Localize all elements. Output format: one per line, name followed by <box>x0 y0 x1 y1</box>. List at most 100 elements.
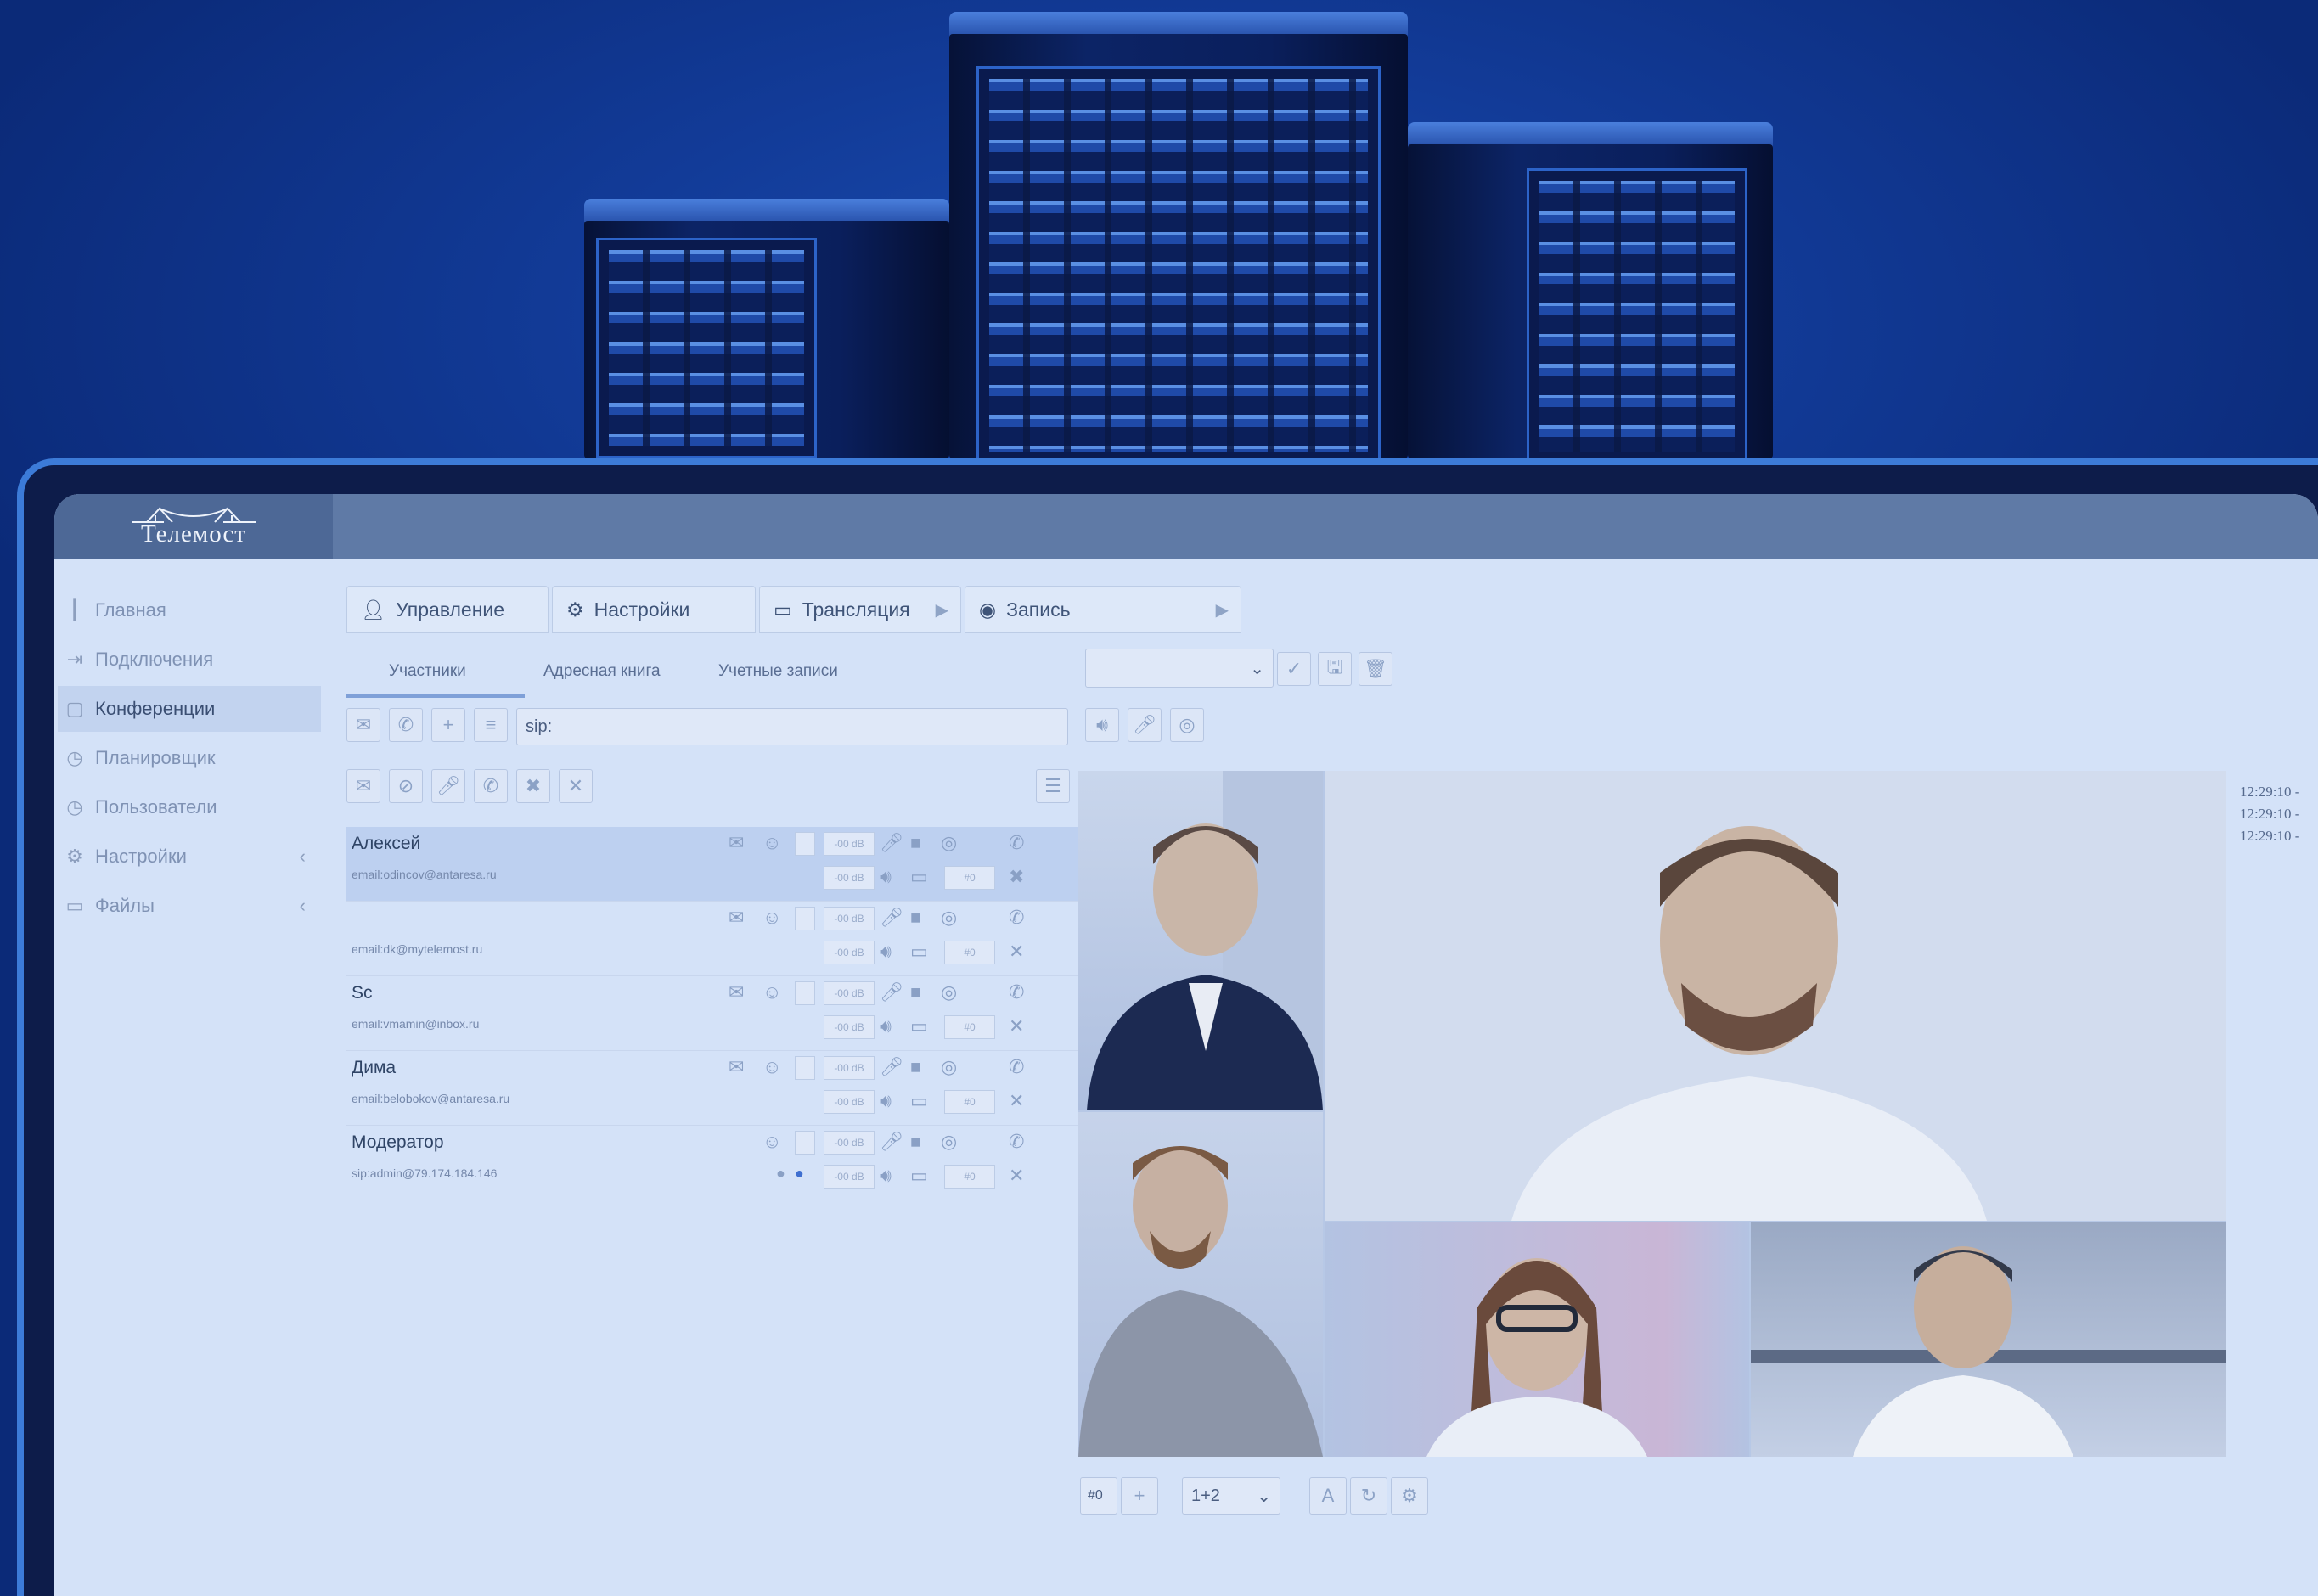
sidebar-item-conferences[interactable]: ▢ Конференции <box>58 686 321 732</box>
slot-number[interactable]: #0 <box>944 941 995 964</box>
speaker-icon[interactable]: 🔊︎ <box>880 866 892 888</box>
camera-icon[interactable]: ■ <box>910 1131 921 1153</box>
tab-record[interactable]: ◉ Запись ▶ <box>965 586 1241 633</box>
play-icon[interactable]: ▶ <box>936 599 948 621</box>
screen-icon[interactable]: ▭ <box>910 1165 928 1187</box>
close-icon[interactable]: ✕ <box>1009 1090 1024 1112</box>
slot-number[interactable]: #0 <box>944 1165 995 1189</box>
sort-button[interactable]: ☰ <box>1036 769 1070 803</box>
mic-icon[interactable]: 🎤︎ <box>880 907 903 929</box>
camera-icon[interactable]: ■ <box>910 832 921 854</box>
add-slot-button[interactable]: + <box>1121 1477 1158 1515</box>
sip-input[interactable]: sip: <box>516 708 1068 745</box>
mic-icon[interactable]: 🎤︎ <box>880 1131 903 1153</box>
call-button[interactable]: ✆ <box>389 708 423 742</box>
view-button[interactable]: ◎ <box>1170 708 1204 742</box>
camera-icon[interactable]: ■ <box>910 907 921 929</box>
speaker-icon[interactable]: 🔊︎ <box>880 1015 892 1037</box>
eye-icon[interactable]: ◎ <box>941 832 957 854</box>
slot-number[interactable]: #0 <box>944 1015 995 1039</box>
add-user-button[interactable]: + <box>431 708 465 742</box>
video-tile[interactable] <box>1078 1112 1323 1457</box>
text-overlay-button[interactable]: A <box>1309 1477 1347 1515</box>
speaker-icon[interactable]: 🔊︎ <box>880 1165 892 1187</box>
bulk-email-button[interactable]: ✉ <box>346 769 380 803</box>
speaker-icon[interactable]: 🔊︎ <box>880 941 892 963</box>
sidebar-item-home[interactable]: ┃ Главная <box>58 587 323 633</box>
speaker-button[interactable]: 🔊︎ <box>1085 708 1119 742</box>
play-icon[interactable]: ▶ <box>1216 599 1229 621</box>
slot-number[interactable]: #0 <box>944 866 995 890</box>
sidebar-item-users[interactable]: ◷ Пользователи <box>58 784 323 830</box>
unmute-all-button[interactable]: 🎤︎ <box>431 769 465 803</box>
screen-icon[interactable]: ▭ <box>910 1015 928 1037</box>
checkbox[interactable] <box>795 832 815 856</box>
add-user-icon[interactable]: ☺ <box>762 981 781 1003</box>
video-tile-main[interactable] <box>1325 771 2226 1221</box>
remove-all-button[interactable]: ✕ <box>559 769 593 803</box>
close-icon[interactable]: ✕ <box>1009 941 1024 963</box>
checkbox[interactable] <box>795 1131 815 1155</box>
list-item[interactable]: Sc email:vmamin@inbox.ru ✉ ☺ -00 dB 🎤︎ ■… <box>346 976 1085 1051</box>
list-item[interactable]: Алексей email:odincov@antaresa.ru ✉ ☺ -0… <box>346 827 1085 902</box>
envelope-icon[interactable]: ✉ <box>729 1056 744 1078</box>
subtab-participants[interactable]: Участники <box>389 662 466 681</box>
call-all-button[interactable]: ✆ <box>474 769 508 803</box>
add-user-icon[interactable]: ☺ <box>762 907 781 929</box>
envelope-icon[interactable]: ✉ <box>729 832 744 854</box>
screen-icon[interactable]: ▭ <box>910 866 928 888</box>
save-button[interactable]: 🖫︎ <box>1318 652 1352 686</box>
preset-select[interactable]: ⌄ <box>1085 649 1274 688</box>
eye-icon[interactable]: ◎ <box>941 1131 957 1153</box>
phone-icon[interactable]: ✆ <box>1009 1056 1024 1078</box>
video-tile[interactable] <box>1325 1222 1749 1457</box>
sidebar-item-settings[interactable]: ⚙ Настройки ‹ <box>58 834 323 879</box>
phone-icon[interactable]: ✆ <box>1009 832 1024 854</box>
add-list-button[interactable]: ≡ <box>474 708 508 742</box>
sidebar-item-scheduler[interactable]: ◷ Планировщик <box>58 735 323 781</box>
add-user-icon[interactable]: ☺ <box>762 1056 781 1078</box>
apply-button[interactable]: ✓ <box>1277 652 1311 686</box>
eye-icon[interactable]: ◎ <box>941 1056 957 1078</box>
phone-hangup-icon[interactable]: ✖ <box>1009 866 1024 888</box>
hangup-all-button[interactable]: ✖ <box>516 769 550 803</box>
list-item[interactable]: email:dk@mytelemost.ru ✉ ☺ -00 dB 🎤︎ ■ ◎… <box>346 902 1085 976</box>
close-icon[interactable]: ✕ <box>1009 1015 1024 1037</box>
sidebar-item-files[interactable]: ▭ Файлы ‹ <box>58 883 323 929</box>
video-tile[interactable] <box>1078 771 1323 1110</box>
slot-input[interactable]: #0 <box>1080 1477 1117 1515</box>
subtab-address-book[interactable]: Адресная книга <box>543 662 661 681</box>
camera-icon[interactable]: ■ <box>910 1056 921 1078</box>
list-item[interactable]: Модератор sip:admin@79.174.184.146 ☺ -00… <box>346 1126 1085 1200</box>
envelope-icon[interactable]: ✉ <box>729 907 744 929</box>
checkbox[interactable] <box>795 1056 815 1080</box>
close-icon[interactable]: ✕ <box>1009 1165 1024 1187</box>
layout-select[interactable]: 1+2 ⌄ <box>1182 1477 1280 1515</box>
checkbox[interactable] <box>795 981 815 1005</box>
checkbox[interactable] <box>795 907 815 930</box>
camera-icon[interactable]: ■ <box>910 981 921 1003</box>
add-user-icon[interactable]: ☺ <box>762 832 781 854</box>
sidebar-item-connections[interactable]: ⇥ Подключения <box>58 637 323 683</box>
eye-icon[interactable]: ◎ <box>941 981 957 1003</box>
swap-button[interactable]: ↻ <box>1350 1477 1387 1515</box>
slot-number[interactable]: #0 <box>944 1090 995 1114</box>
mic-button[interactable]: 🎤︎ <box>1128 708 1162 742</box>
envelope-icon[interactable]: ✉ <box>729 981 744 1003</box>
list-item[interactable]: Дима email:belobokov@antaresa.ru ✉ ☺ -00… <box>346 1051 1085 1126</box>
mute-all-button[interactable]: ⊘ <box>389 769 423 803</box>
mic-icon[interactable]: 🎤︎ <box>880 832 903 854</box>
video-tile[interactable] <box>1751 1222 2226 1457</box>
eye-icon[interactable]: ◎ <box>941 907 957 929</box>
speaker-icon[interactable]: 🔊︎ <box>880 1090 892 1112</box>
tab-management[interactable]: 👤︎ Управление <box>346 586 549 633</box>
screen-icon[interactable]: ▭ <box>910 1090 928 1112</box>
phone-icon[interactable]: ✆ <box>1009 1131 1024 1153</box>
phone-icon[interactable]: ✆ <box>1009 907 1024 929</box>
screen-icon[interactable]: ▭ <box>910 941 928 963</box>
logo[interactable]: Телемост <box>54 494 333 559</box>
mic-icon[interactable]: 🎤︎ <box>880 1056 903 1078</box>
add-user-icon[interactable]: ☺ <box>762 1131 781 1153</box>
delete-button[interactable]: 🗑︎ <box>1359 652 1392 686</box>
phone-icon[interactable]: ✆ <box>1009 981 1024 1003</box>
